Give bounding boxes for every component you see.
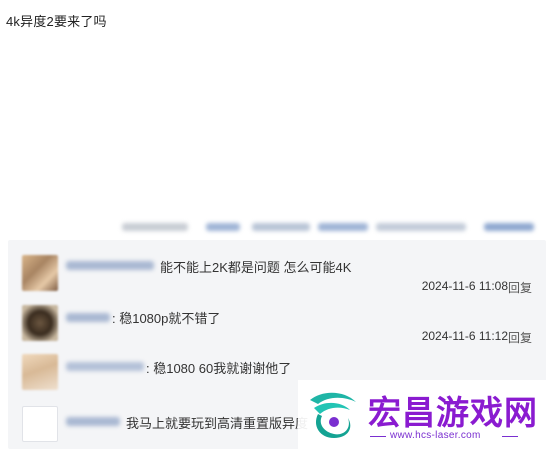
watermark-rule-left: [370, 436, 386, 437]
blurred-meta-5[interactable]: [376, 223, 466, 231]
watermark-title: 宏昌游戏网: [368, 393, 538, 432]
blurred-meta-4[interactable]: [318, 223, 368, 231]
blurred-meta-2: [206, 223, 240, 231]
comment-time: 2024-11-6 11:08: [421, 279, 508, 293]
username[interactable]: [66, 362, 144, 371]
username[interactable]: [66, 261, 154, 270]
avatar[interactable]: [22, 406, 58, 442]
comment-text: : 稳1080p就不错了: [112, 311, 221, 326]
site-watermark: 宏昌游戏网 www.hcs-laser.com: [298, 380, 550, 449]
watermark-rule-right: [502, 436, 518, 437]
username[interactable]: [66, 313, 110, 322]
avatar[interactable]: [22, 255, 58, 291]
reply-link[interactable]: 回复: [508, 329, 532, 346]
watermark-url: www.hcs-laser.com: [390, 430, 481, 441]
blurred-meta-1: [122, 223, 188, 231]
post-meta-row: [0, 214, 550, 240]
blurred-reply-toggle[interactable]: [484, 223, 534, 231]
comment-text: 我马上就要玩到高清重置版异度: [126, 416, 309, 431]
post-title: 4k异度2要来了吗: [6, 14, 107, 29]
comment-text: 能不能上2K都是问题 怎么可能4K: [160, 260, 352, 275]
avatar[interactable]: [22, 305, 58, 341]
username[interactable]: [66, 417, 120, 426]
dragon-logo-icon: [310, 392, 356, 438]
reply-link[interactable]: 回复: [508, 279, 532, 296]
blurred-meta-3: [252, 223, 310, 231]
comment-time: 2024-11-6 11:12: [421, 329, 508, 343]
avatar[interactable]: [22, 354, 58, 390]
comment-text: : 稳1080 60我就谢谢他了: [146, 361, 292, 376]
